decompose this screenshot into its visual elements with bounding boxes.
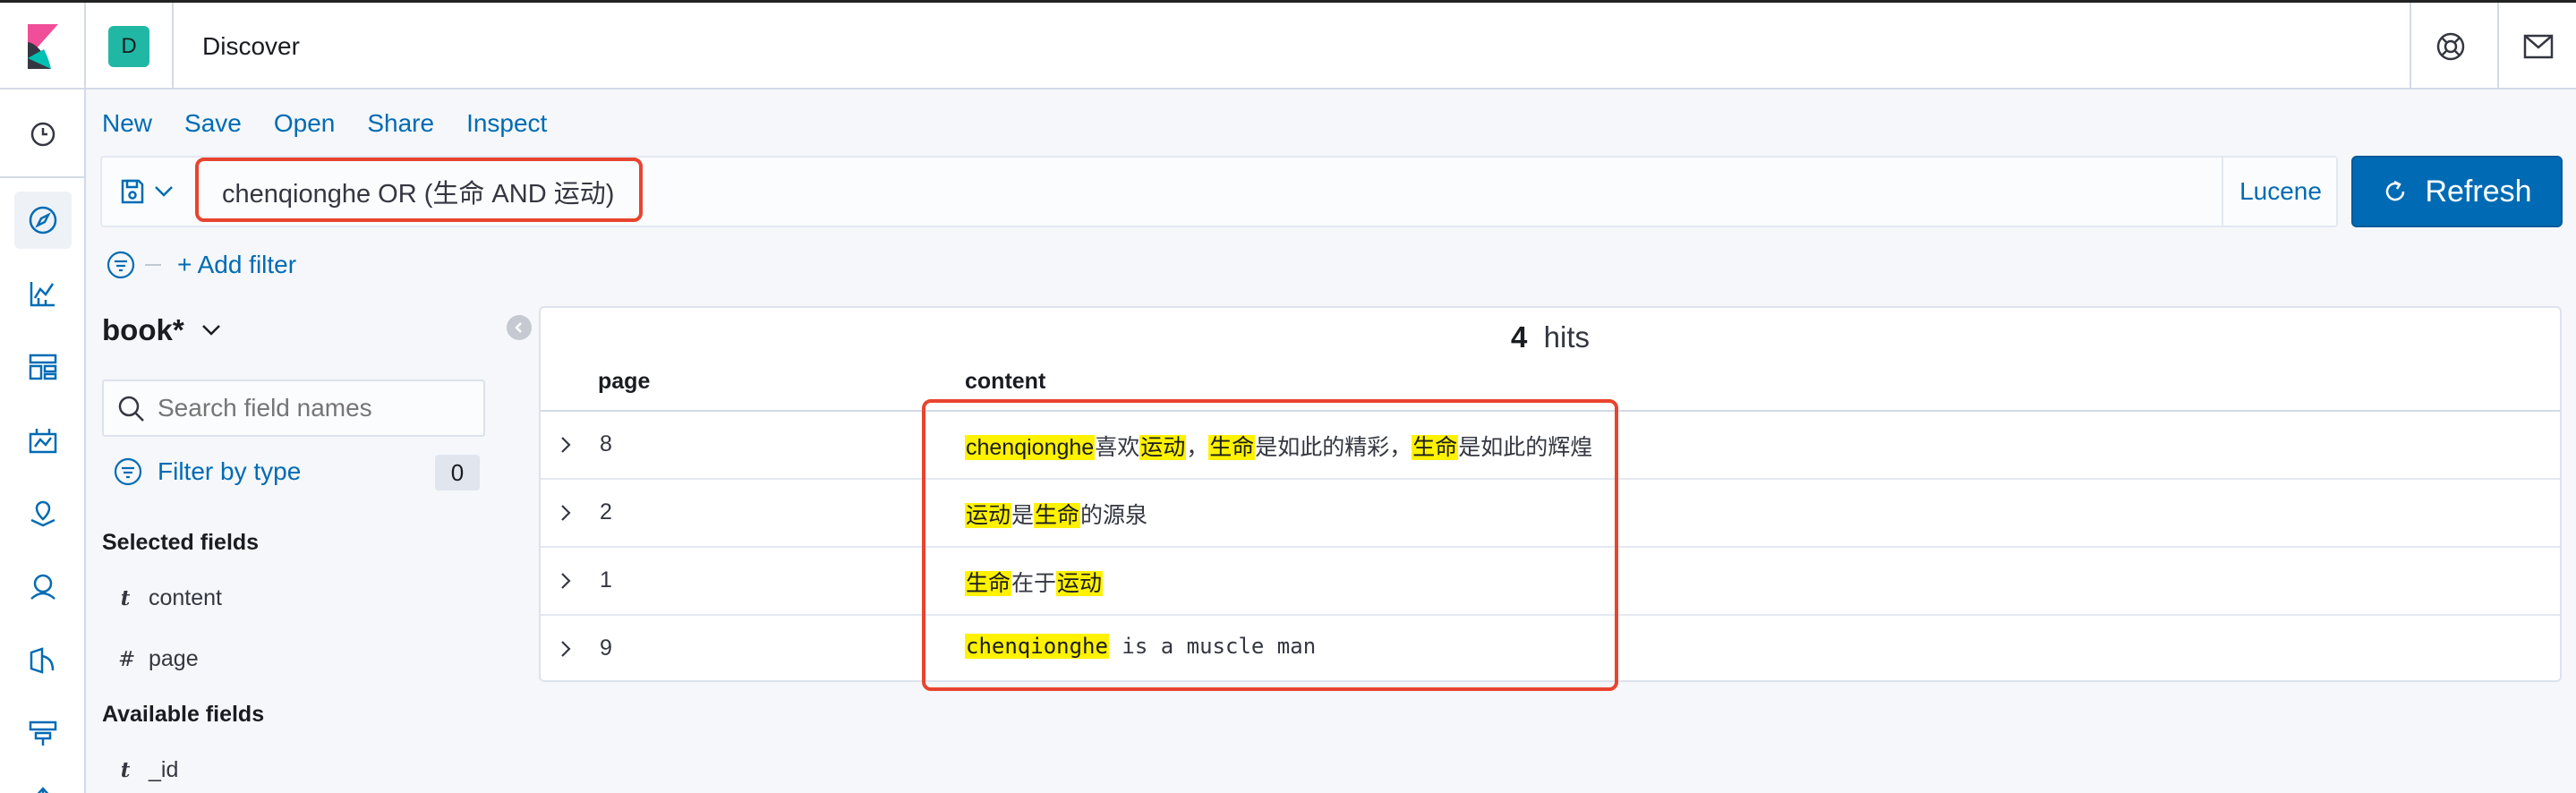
app-header: D Discover xyxy=(0,3,2576,90)
nav-dev-tools[interactable] xyxy=(14,705,72,763)
maps-icon xyxy=(30,500,55,527)
filter-by-type-button[interactable]: Filter by type xyxy=(113,456,301,487)
nav-dashboard[interactable] xyxy=(14,338,72,396)
chevron-down-icon xyxy=(155,186,173,197)
filter-bar: + Add filter xyxy=(106,247,296,283)
collapse-sidebar-button[interactable] xyxy=(507,315,532,340)
cell-page: 1 xyxy=(600,567,612,593)
refresh-button[interactable]: Refresh xyxy=(2351,156,2563,227)
chevron-down-icon xyxy=(201,325,220,336)
newsfeed-button[interactable] xyxy=(2497,3,2576,90)
top-nav-inspect[interactable]: Inspect xyxy=(466,109,547,138)
field-search-input[interactable] xyxy=(158,381,480,435)
top-nav-share[interactable]: Share xyxy=(367,109,434,138)
cell-page: 9 xyxy=(600,635,612,661)
nav-canvas[interactable] xyxy=(14,412,72,469)
help-lifebuoy-icon xyxy=(2436,32,2465,60)
help-button[interactable] xyxy=(2410,3,2490,90)
saved-query-menu-button[interactable] xyxy=(102,158,192,226)
field-name: content xyxy=(149,585,223,610)
top-nav-open[interactable]: Open xyxy=(274,109,336,138)
index-pattern-name: book* xyxy=(102,313,184,346)
uptime-icon xyxy=(37,787,49,793)
top-nav-menu: New Save Open Share Inspect xyxy=(102,109,579,138)
query-language-switcher[interactable]: Lucene xyxy=(2222,158,2338,226)
save-icon xyxy=(121,179,144,204)
column-header-page[interactable]: page xyxy=(598,369,650,395)
filter-options-icon[interactable] xyxy=(106,250,136,280)
field-search-box xyxy=(102,379,485,437)
search-icon xyxy=(118,396,144,422)
results-annotation-box xyxy=(922,399,1618,691)
ml-icon xyxy=(30,574,55,600)
expand-row-chevron-icon[interactable] xyxy=(559,571,573,591)
nav-recently-viewed[interactable] xyxy=(14,106,72,163)
refresh-button-label: Refresh xyxy=(2425,174,2532,209)
chevron-left-icon xyxy=(515,322,522,333)
refresh-icon xyxy=(2386,180,2405,201)
nav-maps[interactable] xyxy=(14,485,72,542)
expand-row-chevron-icon[interactable] xyxy=(559,639,573,659)
devtools-icon xyxy=(29,721,57,746)
filter-by-type-label: Filter by type xyxy=(158,457,302,485)
hits-count: 4 hits xyxy=(541,320,2560,354)
top-nav-new[interactable]: New xyxy=(102,109,152,138)
hits-label: hits xyxy=(1543,320,1591,354)
expand-row-chevron-icon[interactable] xyxy=(559,503,573,523)
canvas-icon xyxy=(29,429,57,454)
nav-separator xyxy=(0,176,84,178)
expand-row-chevron-icon[interactable] xyxy=(559,435,573,455)
clock-icon xyxy=(30,122,55,147)
kibana-logo[interactable] xyxy=(0,3,86,90)
filter-divider xyxy=(145,264,161,266)
filter-icon xyxy=(114,457,142,486)
page-title: Discover xyxy=(202,32,300,60)
space-selector[interactable]: D xyxy=(86,3,174,90)
visualize-icon xyxy=(30,282,55,307)
field-type-number-icon: # xyxy=(118,647,136,671)
add-filter-button[interactable]: + Add filter xyxy=(177,251,296,279)
kibana-logo-icon xyxy=(28,23,58,69)
available-fields-title: Available fields xyxy=(102,702,265,727)
query-annotation-box xyxy=(195,158,643,222)
field-item-page[interactable]: # page xyxy=(118,646,199,672)
cell-page: 8 xyxy=(600,431,612,456)
nav-machine-learning[interactable] xyxy=(14,559,72,616)
nav-discover[interactable] xyxy=(14,192,72,249)
nav-infrastructure[interactable] xyxy=(14,632,72,689)
field-name: _id xyxy=(149,757,179,782)
dashboard-icon xyxy=(29,354,57,380)
field-type-string-icon: t xyxy=(120,758,131,782)
mail-icon xyxy=(2523,34,2554,58)
index-pattern-selector[interactable]: book* xyxy=(102,313,222,347)
field-name: page xyxy=(149,646,199,671)
infra-icon xyxy=(30,647,55,674)
space-avatar: D xyxy=(108,25,149,67)
top-nav-save[interactable]: Save xyxy=(184,109,242,138)
field-item-content[interactable]: t content xyxy=(118,585,222,611)
side-nav xyxy=(0,90,86,793)
filter-count-badge: 0 xyxy=(435,455,480,490)
field-type-string-icon: t xyxy=(120,586,131,610)
selected-fields-title: Selected fields xyxy=(102,530,260,555)
column-header-content[interactable]: content xyxy=(965,369,1045,395)
compass-icon xyxy=(29,206,57,234)
nav-visualize[interactable] xyxy=(14,265,72,322)
hits-number: 4 xyxy=(1510,320,1528,354)
field-item-id[interactable]: t _id xyxy=(118,757,179,783)
nav-uptime[interactable] xyxy=(14,770,72,793)
cell-page: 2 xyxy=(600,499,612,524)
